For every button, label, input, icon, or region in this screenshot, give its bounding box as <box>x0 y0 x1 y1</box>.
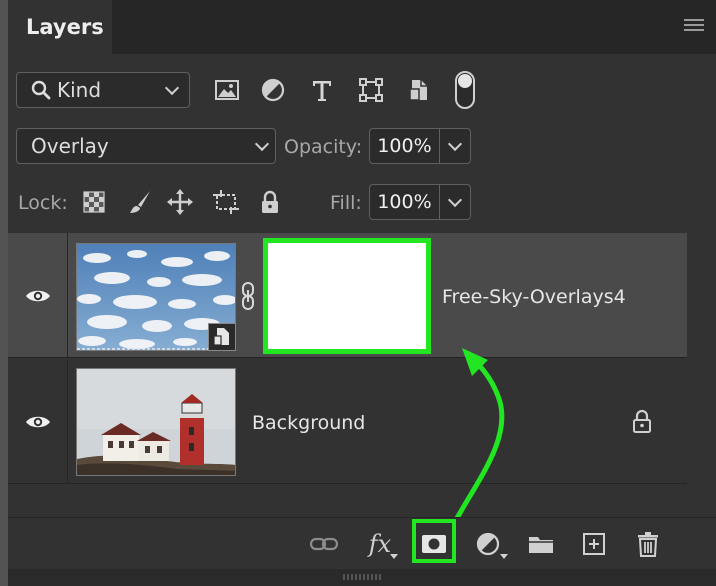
layer-name[interactable]: Background <box>252 412 365 434</box>
search-icon <box>31 80 51 100</box>
image-filter-icon[interactable] <box>211 74 243 106</box>
visibility-toggle[interactable] <box>8 233 68 358</box>
filter-kind-label: Kind <box>57 78 102 102</box>
add-mask-highlight <box>412 519 456 563</box>
opacity-field[interactable]: 100% <box>369 128 471 164</box>
smart-object-filter-icon[interactable] <box>403 74 435 106</box>
visibility-toggle[interactable] <box>8 359 68 484</box>
filter-kind-select[interactable]: Kind <box>16 72 190 108</box>
tab-bar: Layers <box>8 0 716 54</box>
lock-position-icon[interactable] <box>165 186 195 218</box>
blend-mode-select[interactable]: Overlay <box>16 128 276 164</box>
fill-label: Fill: <box>330 192 362 214</box>
adjustment-filter-icon[interactable] <box>257 74 289 106</box>
bottom-toolbar: fx <box>8 517 716 569</box>
group-folder-icon[interactable] <box>521 524 561 564</box>
opacity-dropdown-icon[interactable] <box>447 136 463 152</box>
opacity-label: Opacity: <box>284 136 363 158</box>
fill-dropdown-icon[interactable] <box>447 192 463 208</box>
lock-artboard-icon[interactable] <box>211 186 241 218</box>
type-filter-icon[interactable] <box>306 74 338 106</box>
fx-icon[interactable]: fx <box>360 524 400 564</box>
link-layers-icon[interactable] <box>304 524 344 564</box>
shape-filter-icon[interactable] <box>355 74 387 106</box>
blend-mode-label: Overlay <box>31 134 109 158</box>
layer-row-background[interactable]: Background <box>8 359 687 484</box>
new-layer-icon[interactable] <box>574 524 614 564</box>
panel-menu-icon[interactable] <box>684 19 704 32</box>
delete-icon[interactable] <box>628 524 668 564</box>
smart-object-badge-icon <box>208 323 236 351</box>
tab-layers-label: Layers <box>26 15 104 39</box>
layers-panel: Layers Kind Overlay Opacity: 100% Lock: … <box>8 0 716 586</box>
eye-icon[interactable] <box>25 414 51 430</box>
layer-lock-icon[interactable] <box>631 409 653 433</box>
layer-row-sky-overlay[interactable]: Free-Sky-Overlays4 <box>8 233 687 358</box>
lock-all-icon[interactable] <box>255 186 285 218</box>
tab-layers[interactable]: Layers <box>8 0 112 54</box>
resize-grip-icon[interactable] <box>343 574 381 580</box>
layers-list: Free-Sky-Overlays4 Background <box>8 233 687 485</box>
eye-icon[interactable] <box>25 288 51 304</box>
filter-toggle-icon[interactable] <box>455 71 475 109</box>
opacity-value[interactable]: 100% <box>370 129 440 163</box>
annotation-arrow-icon <box>453 348 505 523</box>
fill-field[interactable]: 100% <box>369 184 471 220</box>
chevron-down-icon <box>254 136 270 152</box>
fill-value[interactable]: 100% <box>370 185 440 219</box>
adjustment-layer-icon[interactable] <box>468 524 508 564</box>
layer-thumbnail-lighthouse[interactable] <box>76 368 236 476</box>
layer-name[interactable]: Free-Sky-Overlays4 <box>442 286 626 308</box>
lock-label: Lock: <box>18 192 68 214</box>
fx-label: fx <box>368 530 392 558</box>
chevron-down-icon <box>164 80 180 96</box>
lock-transparent-pixels-icon[interactable] <box>79 186 109 218</box>
link-chain-icon[interactable] <box>240 281 256 311</box>
layer-mask-thumbnail[interactable] <box>263 238 431 354</box>
lock-image-pixels-icon[interactable] <box>125 186 155 218</box>
